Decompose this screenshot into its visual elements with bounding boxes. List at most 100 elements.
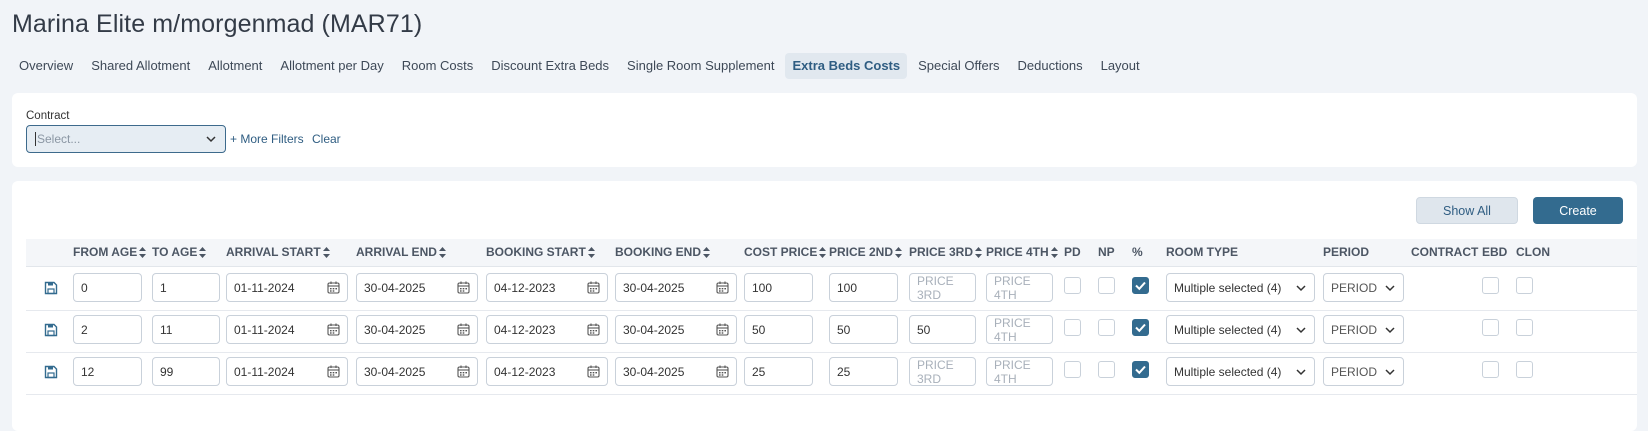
- clone-checkbox[interactable]: [1516, 361, 1533, 378]
- ebd-checkbox[interactable]: [1482, 361, 1499, 378]
- period-select[interactable]: PERIOD: [1323, 315, 1404, 344]
- percent-checkbox[interactable]: [1132, 319, 1149, 336]
- col-booking-start[interactable]: BOOKING START: [486, 245, 595, 259]
- col-arrival-start-label: ARRIVAL START: [226, 245, 321, 259]
- col-price-2nd[interactable]: PRICE 2ND: [829, 245, 903, 259]
- table-row: 0 1 01-11-2024 30-04-2025 04-12-2023 30-04-20…: [26, 267, 1637, 311]
- col-cost-price[interactable]: COST PRICE: [744, 245, 827, 259]
- tab-allotment-per-day[interactable]: Allotment per Day: [273, 53, 390, 79]
- pd-checkbox[interactable]: [1064, 277, 1081, 294]
- col-price-4th[interactable]: PRICE 4TH: [986, 245, 1058, 259]
- pd-checkbox[interactable]: [1064, 319, 1081, 336]
- col-arrival-start[interactable]: ARRIVAL START: [226, 245, 330, 259]
- room-type-select[interactable]: Multiple selected (4): [1166, 357, 1315, 386]
- col-from-age[interactable]: FROM AGE: [73, 245, 147, 259]
- tab-special-offers[interactable]: Special Offers: [911, 53, 1006, 79]
- np-checkbox[interactable]: [1098, 277, 1115, 294]
- price-4th-input[interactable]: PRICE 4TH: [986, 273, 1053, 302]
- tab-overview[interactable]: Overview: [12, 53, 80, 79]
- calendar-icon[interactable]: [716, 323, 729, 336]
- create-button[interactable]: Create: [1533, 197, 1623, 224]
- to-age-input[interactable]: 1: [152, 273, 220, 302]
- clone-checkbox[interactable]: [1516, 319, 1533, 336]
- booking-end-input[interactable]: 30-04-2025: [615, 315, 737, 344]
- calendar-icon[interactable]: [716, 365, 729, 378]
- percent-checkbox[interactable]: [1132, 361, 1149, 378]
- price-2nd-input[interactable]: 50: [829, 315, 898, 344]
- tab-allotment[interactable]: Allotment: [201, 53, 269, 79]
- from-age-input[interactable]: 12: [73, 357, 142, 386]
- np-checkbox[interactable]: [1098, 319, 1115, 336]
- arrival-start-input[interactable]: 01-11-2024: [226, 315, 348, 344]
- booking-start-input[interactable]: 04-12-2023: [486, 315, 608, 344]
- booking-end-input[interactable]: 30-04-2025: [615, 273, 737, 302]
- calendar-icon[interactable]: [457, 281, 470, 294]
- tab-shared-allotment[interactable]: Shared Allotment: [84, 53, 197, 79]
- to-age-input[interactable]: 11: [152, 315, 220, 344]
- period-select[interactable]: PERIOD: [1323, 357, 1404, 386]
- period-select[interactable]: PERIOD: [1323, 273, 1404, 302]
- show-all-button[interactable]: Show All: [1416, 197, 1518, 224]
- from-age-input[interactable]: 0: [73, 273, 142, 302]
- booking-start-input[interactable]: 04-12-2023: [486, 273, 608, 302]
- more-filters-link[interactable]: + More Filters: [230, 132, 304, 146]
- contract-select[interactable]: Select...: [26, 125, 226, 153]
- tab-discount-extra-beds[interactable]: Discount Extra Beds: [484, 53, 616, 79]
- room-type-select[interactable]: Multiple selected (4): [1166, 315, 1315, 344]
- booking-start-input[interactable]: 04-12-2023: [486, 357, 608, 386]
- col-ebd: EBD: [1482, 245, 1508, 259]
- arrival-start-input[interactable]: 01-11-2024: [226, 357, 348, 386]
- arrival-end-input[interactable]: 30-04-2025: [356, 315, 478, 344]
- arrival-end-input[interactable]: 30-04-2025: [356, 357, 478, 386]
- calendar-icon[interactable]: [327, 281, 340, 294]
- cost-price-input[interactable]: 50: [744, 315, 813, 344]
- calendar-icon[interactable]: [327, 365, 340, 378]
- price-2nd-input[interactable]: 25: [829, 357, 898, 386]
- tab-deductions[interactable]: Deductions: [1011, 53, 1090, 79]
- price-3rd-input[interactable]: PRICE 3RD: [909, 273, 976, 302]
- price-4th-input[interactable]: PRICE 4TH: [986, 357, 1053, 386]
- cost-price-input[interactable]: 100: [744, 273, 813, 302]
- price-3rd-input[interactable]: 50: [909, 315, 976, 344]
- clone-checkbox[interactable]: [1516, 277, 1533, 294]
- save-icon[interactable]: [44, 365, 58, 379]
- calendar-icon[interactable]: [457, 365, 470, 378]
- price-4th-input[interactable]: PRICE 4TH: [986, 315, 1053, 344]
- col-price-3rd[interactable]: PRICE 3RD: [909, 245, 983, 259]
- price-2nd-input[interactable]: 100: [829, 273, 898, 302]
- booking-end-input[interactable]: 30-04-2025: [615, 357, 737, 386]
- calendar-icon[interactable]: [327, 323, 340, 336]
- from-age-input[interactable]: 2: [73, 315, 142, 344]
- col-to-age[interactable]: TO AGE: [152, 245, 207, 259]
- to-age-input[interactable]: 99: [152, 357, 220, 386]
- percent-checkbox[interactable]: [1132, 277, 1149, 294]
- col-price-3rd-label: PRICE 3RD: [909, 245, 974, 259]
- col-pd: PD: [1064, 245, 1081, 259]
- col-booking-end[interactable]: BOOKING END: [615, 245, 711, 259]
- ebd-checkbox[interactable]: [1482, 277, 1499, 294]
- arrival-start-input[interactable]: 01-11-2024: [226, 273, 348, 302]
- calendar-icon[interactable]: [457, 323, 470, 336]
- clear-filters-link[interactable]: Clear: [312, 132, 341, 146]
- tab-single-room-supplement[interactable]: Single Room Supplement: [620, 53, 781, 79]
- arrival-end-input[interactable]: 30-04-2025: [356, 273, 478, 302]
- ebd-checkbox[interactable]: [1482, 319, 1499, 336]
- pd-checkbox[interactable]: [1064, 361, 1081, 378]
- cost-price-input[interactable]: 25: [744, 357, 813, 386]
- np-checkbox[interactable]: [1098, 361, 1115, 378]
- save-icon[interactable]: [44, 323, 58, 337]
- save-icon[interactable]: [44, 281, 58, 295]
- table-row: 12 99 01-11-2024 30-04-2025 04-12-2023 30-04-…: [26, 351, 1637, 395]
- tab-room-costs[interactable]: Room Costs: [395, 53, 481, 79]
- calendar-icon[interactable]: [587, 365, 600, 378]
- sort-icon: [587, 246, 595, 258]
- tab-extra-beds-costs[interactable]: Extra Beds Costs: [785, 53, 908, 79]
- extra-beds-costs-table-card: Show All Create FROM AGE TO AGE ARRIVAL …: [12, 181, 1637, 431]
- calendar-icon[interactable]: [587, 281, 600, 294]
- tab-layout[interactable]: Layout: [1094, 53, 1147, 79]
- calendar-icon[interactable]: [587, 323, 600, 336]
- calendar-icon[interactable]: [716, 281, 729, 294]
- room-type-select[interactable]: Multiple selected (4): [1166, 273, 1315, 302]
- price-3rd-input[interactable]: PRICE 3RD: [909, 357, 976, 386]
- col-arrival-end[interactable]: ARRIVAL END: [356, 245, 446, 259]
